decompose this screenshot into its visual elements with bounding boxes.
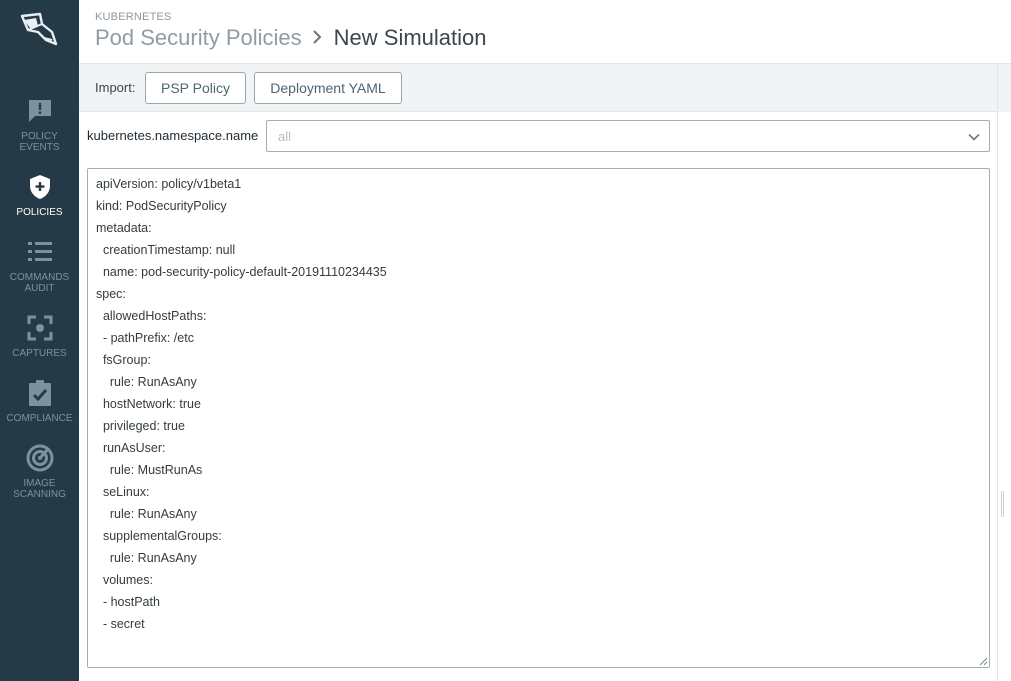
breadcrumb-parent-link[interactable]: Pod Security Policies	[95, 25, 302, 50]
chevron-right-icon	[312, 24, 322, 52]
sidebar-item-label: CAPTURES	[12, 348, 67, 359]
section-label: KUBERNETES	[95, 11, 172, 23]
shield-plus-icon	[29, 175, 50, 199]
capture-icon	[27, 315, 52, 341]
namespace-select[interactable]: all	[266, 120, 990, 152]
yaml-editor-content[interactable]: apiVersion: policy/v1beta1 kind: PodSecu…	[96, 173, 387, 635]
page-title: New Simulation	[333, 25, 487, 50]
breadcrumb: Pod Security Policies New Simulation	[95, 24, 487, 53]
app-root: POLICY EVENTS POLICIES COMMANDS AUDIT CA…	[0, 0, 1011, 681]
sidebar-item-commands-audit[interactable]: COMMANDS AUDIT	[0, 238, 79, 294]
namespace-label: kubernetes.namespace.name	[87, 128, 259, 143]
chevron-down-icon	[968, 133, 980, 141]
namespace-select-value: all	[278, 129, 292, 144]
sidebar-item-captures[interactable]: CAPTURES	[0, 314, 79, 359]
sidebar: POLICY EVENTS POLICIES COMMANDS AUDIT CA…	[0, 0, 79, 681]
radar-icon	[26, 444, 53, 472]
sidebar-item-label: COMPLIANCE	[6, 413, 73, 424]
sidebar-item-label: POLICY EVENTS	[19, 131, 60, 153]
sidebar-item-label: COMMANDS AUDIT	[9, 272, 70, 294]
resize-grip-icon[interactable]	[979, 657, 988, 666]
list-icon	[27, 242, 52, 261]
sidebar-item-policy-events[interactable]: POLICY EVENTS	[0, 97, 79, 153]
sysdig-logo-icon[interactable]	[18, 10, 60, 50]
sidebar-item-label: IMAGE SCANNING	[13, 478, 66, 500]
import-deployment-yaml-button[interactable]: Deployment YAML	[254, 72, 402, 104]
sidebar-item-policies[interactable]: POLICIES	[0, 173, 79, 218]
alert-bubble-icon	[28, 100, 51, 122]
sidebar-item-image-scanning[interactable]: IMAGE SCANNING	[0, 444, 79, 500]
page-header: KUBERNETES Pod Security Policies New Sim…	[79, 0, 1011, 64]
clipboard-check-icon	[28, 380, 51, 406]
import-toolbar: Import: PSP Policy Deployment YAML	[79, 64, 997, 112]
yaml-editor[interactable]: apiVersion: policy/v1beta1 kind: PodSecu…	[87, 168, 990, 668]
import-label: Import:	[95, 80, 136, 95]
right-panel-strip	[997, 64, 1011, 681]
right-panel-strip-header	[997, 64, 1011, 112]
sidebar-item-compliance[interactable]: COMPLIANCE	[0, 379, 79, 424]
sidebar-item-label: POLICIES	[16, 207, 63, 218]
import-psp-policy-button[interactable]: PSP Policy	[145, 72, 246, 104]
panel-resize-handle[interactable]	[1001, 491, 1004, 517]
